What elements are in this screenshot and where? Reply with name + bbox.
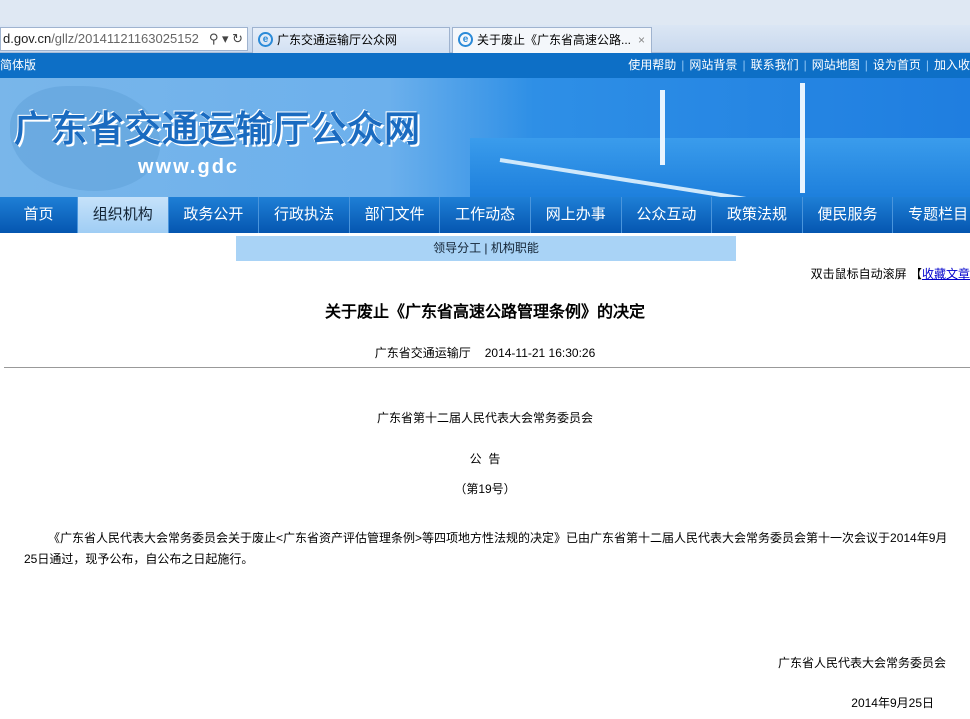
submenu-item-functions[interactable]: 机构职能 — [491, 241, 539, 255]
submenu: 领导分工 | 机构职能 — [236, 236, 736, 261]
top-links: 使用帮助 | 网站背景 | 联系我们 | 网站地图 | 设为首页 | 加入收 — [628, 53, 970, 78]
scroll-tools: 双击鼠标自动滚屏 【收藏文章 — [811, 265, 970, 282]
window-top — [0, 0, 970, 25]
top-bar: 简体版 使用帮助 | 网站背景 | 联系我们 | 网站地图 | 设为首页 | 加入收 — [0, 53, 970, 78]
top-link[interactable]: 加入收 — [934, 58, 970, 72]
bookmark-link[interactable]: 收藏文章 — [922, 267, 970, 281]
notice-number: （第19号） — [454, 482, 516, 496]
main-nav: 首页 组织机构 政务公开 行政执法 部门文件 工作动态 网上办事 公众互动 政策法规 便民服务 专题… — [0, 197, 970, 233]
auto-scroll-hint: 双击鼠标自动滚屏 — [810, 267, 907, 281]
site-url: www.gdc — [138, 156, 240, 178]
bridge-pylon — [660, 90, 665, 165]
nav-item[interactable]: 公众互动 — [622, 197, 713, 233]
issuing-org: 广东省第十二届人民代表大会常务委员会 — [376, 411, 593, 425]
nav-item[interactable]: 政策法规 — [712, 197, 803, 233]
nav-item[interactable]: 首页 — [0, 197, 78, 233]
separator: | — [742, 58, 746, 72]
top-link[interactable]: 使用帮助 — [628, 58, 676, 72]
article-body: 《广东省人民代表大会常务委员会关于废止<广东省资产评估管理条例>等四项地方性法规… — [24, 531, 948, 566]
separator: | — [803, 58, 807, 72]
top-link[interactable]: 网站背景 — [689, 58, 737, 72]
nav-item[interactable]: 工作动态 — [440, 197, 531, 233]
site-logo-title: 广东省交通运输厅公众网 — [14, 108, 422, 149]
tab-label: 广东交通运输厅公众网 — [277, 33, 398, 47]
address-bar[interactable]: d.gov.cn/gllz/20141121163025152 ⚲ ▾ ↻ — [0, 27, 248, 51]
site-banner: 广东省交通运输厅公众网 www.gdc — [0, 78, 970, 197]
top-link[interactable]: 设为首页 — [873, 58, 921, 72]
close-icon[interactable]: × — [638, 28, 645, 52]
ie-icon: e — [258, 32, 273, 47]
bridge-pylon — [800, 83, 805, 193]
nav-item[interactable]: 行政执法 — [259, 197, 350, 233]
browser-tab-article[interactable]: e 关于废止《广东省高速公路... × — [452, 27, 652, 53]
separator: | — [481, 241, 491, 255]
address-host: d.gov.cn — [3, 31, 52, 46]
submenu-item-leaders[interactable]: 领导分工 — [433, 241, 481, 255]
nav-item[interactable]: 部门文件 — [350, 197, 441, 233]
ie-icon: e — [458, 32, 473, 47]
signature: 广东省人民代表大会常务委员会 — [777, 656, 946, 670]
article-source: 广东省交通运输厅 — [374, 346, 471, 360]
signature-date: 2014年9月25日 — [851, 696, 934, 710]
article-title: 关于废止《广东省高速公路管理条例》的决定 — [324, 304, 645, 321]
nav-item[interactable]: 网上办事 — [531, 197, 622, 233]
nav-item[interactable]: 便民服务 — [803, 197, 894, 233]
top-link[interactable]: 联系我们 — [751, 58, 799, 72]
separator: | — [681, 58, 685, 72]
separator: | — [925, 58, 929, 72]
top-link[interactable]: 网站地图 — [812, 58, 860, 72]
nav-item[interactable]: 组织机构 — [78, 197, 169, 233]
tab-label: 关于废止《广东省高速公路... — [477, 33, 632, 47]
bracket: 【 — [909, 267, 922, 281]
simplified-link[interactable]: 简体版 — [0, 53, 36, 78]
nav-item[interactable]: 政务公开 — [169, 197, 260, 233]
browser-tab-home[interactable]: e 广东交通运输厅公众网 — [252, 27, 450, 53]
separator: | — [864, 58, 868, 72]
divider — [4, 367, 970, 368]
address-path: /gllz/20141121163025152 — [51, 31, 199, 46]
article-meta: 广东省交通运输厅 2014-11-21 16:30:26 — [0, 344, 970, 361]
nav-item[interactable]: 专题栏目 — [893, 197, 970, 233]
article-datetime: 2014-11-21 16:30:26 — [484, 346, 596, 360]
notice-heading: 公 告 — [469, 452, 501, 466]
search-refresh-icons[interactable]: ⚲ ▾ ↻ — [209, 28, 243, 50]
browser-toolbar: d.gov.cn/gllz/20141121163025152 ⚲ ▾ ↻ e 广东… — [0, 25, 970, 53]
